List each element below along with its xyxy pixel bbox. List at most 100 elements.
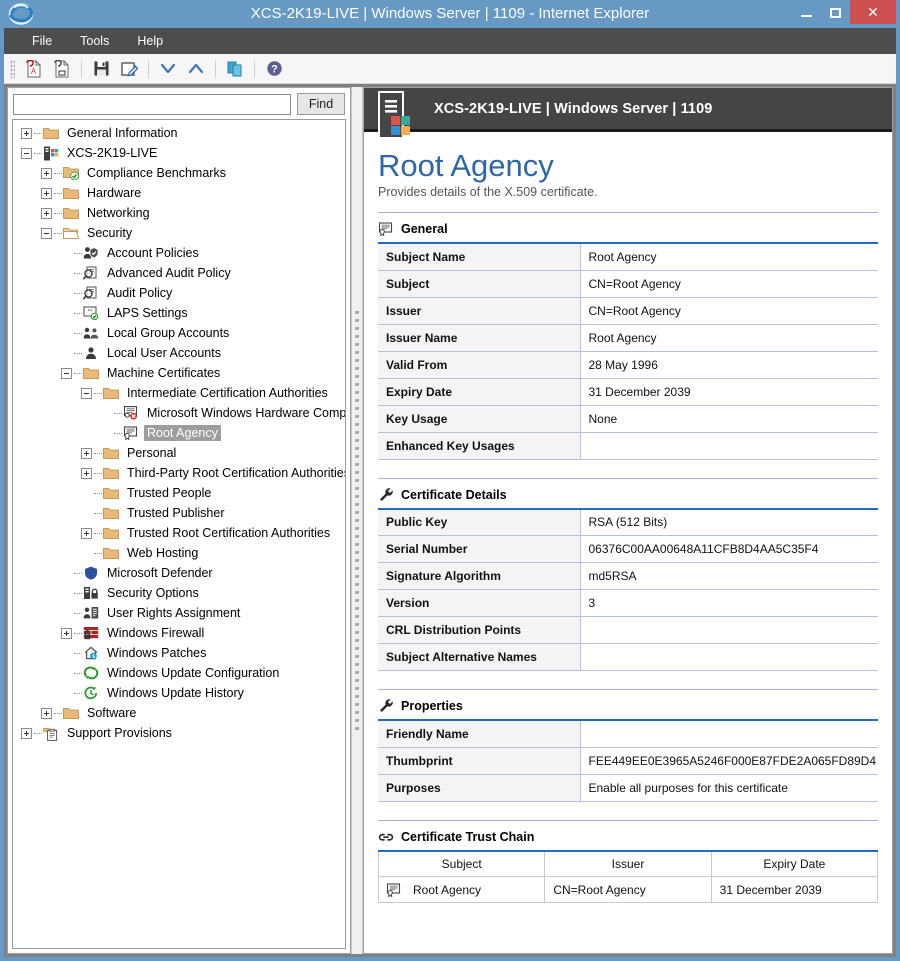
field-label: Purposes: [378, 774, 580, 801]
section-heading-text: Certificate Trust Chain: [401, 830, 534, 844]
tree-item[interactable]: Audit Policy: [13, 283, 345, 303]
folder-icon: [62, 185, 80, 201]
tree-item[interactable]: Trusted Publisher: [13, 503, 345, 523]
tree-item[interactable]: Microsoft Defender: [13, 563, 345, 583]
tree-item[interactable]: Local User Accounts: [13, 343, 345, 363]
tree-item[interactable]: General Information: [13, 123, 345, 143]
tree-item[interactable]: Microsoft Windows Hardware Compatibility: [13, 403, 345, 423]
field-label: Subject: [378, 270, 580, 297]
tree-item[interactable]: Support Provisions: [13, 723, 345, 743]
expand-icon[interactable]: [41, 168, 52, 179]
toolbar: A: [4, 54, 896, 84]
tree-item[interactable]: Security: [13, 223, 345, 243]
tree-connector: [54, 173, 62, 174]
edit-note-icon[interactable]: [116, 57, 142, 81]
maximize-button[interactable]: [820, 2, 850, 24]
field-value: [580, 720, 878, 747]
find-button[interactable]: Find: [297, 93, 345, 115]
splitter-grip[interactable]: [355, 311, 359, 731]
collapse-icon[interactable]: [21, 148, 32, 159]
tree-connector: [74, 293, 82, 294]
close-button[interactable]: ✕: [850, 0, 896, 24]
field-label: Issuer Name: [378, 324, 580, 351]
expand-icon[interactable]: [21, 728, 32, 739]
toolbar-grip[interactable]: [10, 60, 15, 78]
export-pdf-secure-icon[interactable]: [49, 57, 75, 81]
export-pdf-icon[interactable]: A: [21, 57, 47, 81]
tree-item[interactable]: Machine Certificates: [13, 363, 345, 383]
folder-icon: [102, 545, 120, 561]
field-label: Thumbprint: [378, 747, 580, 774]
tree-item[interactable]: **LAPS Settings: [13, 303, 345, 323]
tree-item-label: Security: [84, 225, 135, 241]
tree-item-label: Windows Update History: [104, 685, 247, 701]
chevron-up-icon[interactable]: [183, 57, 209, 81]
field-value: 06376C00AA00648A11CFB8D4AA5C35F4: [580, 536, 878, 563]
section-rule: [378, 689, 878, 690]
tree-item[interactable]: Windows Firewall: [13, 623, 345, 643]
tree-item-label: Support Provisions: [64, 725, 175, 741]
tree-item[interactable]: Personal: [13, 443, 345, 463]
chain-subject-cell: Root Agency: [379, 877, 545, 903]
help-icon[interactable]: ?: [261, 57, 287, 81]
menu-item-help[interactable]: Help: [123, 31, 177, 51]
expand-icon[interactable]: [21, 128, 32, 139]
menu-item-file[interactable]: File: [18, 31, 66, 51]
expand-icon[interactable]: [81, 528, 92, 539]
expand-icon[interactable]: [81, 448, 92, 459]
tree-item[interactable]: Intermediate Certification Authorities: [13, 383, 345, 403]
folder-icon: [102, 505, 120, 521]
tree-item[interactable]: Trusted Root Certification Authorities: [13, 523, 345, 543]
tree-item[interactable]: Third-Party Root Certification Authoriti…: [13, 463, 345, 483]
table-row: Signature Algorithmmd5RSA: [378, 563, 878, 590]
menu-item-tools[interactable]: Tools: [66, 31, 123, 51]
minimize-button[interactable]: [792, 2, 820, 24]
field-label: Valid From: [378, 351, 580, 378]
table-row: PurposesEnable all purposes for this cer…: [378, 774, 878, 801]
collapse-icon[interactable]: [81, 388, 92, 399]
expand-icon[interactable]: [41, 188, 52, 199]
search-input[interactable]: [13, 94, 291, 115]
tree-item[interactable]: Networking: [13, 203, 345, 223]
expand-icon[interactable]: [41, 208, 52, 219]
chevron-down-icon[interactable]: [155, 57, 181, 81]
tree-item[interactable]: Local Group Accounts: [13, 323, 345, 343]
folder-icon: [102, 385, 120, 401]
audit-magnifier-icon: [82, 265, 100, 281]
report-pane: XCS-2K19-LIVE | Windows Server | 1109 Ro…: [363, 87, 893, 954]
tree-item-label: Advanced Audit Policy: [104, 265, 234, 281]
tree-item[interactable]: Account Policies: [13, 243, 345, 263]
collapse-icon[interactable]: [41, 228, 52, 239]
expand-icon[interactable]: [81, 468, 92, 479]
field-label: Version: [378, 590, 580, 617]
tree-item[interactable]: Root Agency: [13, 423, 345, 443]
expand-icon[interactable]: [41, 708, 52, 719]
tree-item[interactable]: Software: [13, 703, 345, 723]
tree-item[interactable]: Security Options: [13, 583, 345, 603]
tree-item[interactable]: Trusted People: [13, 483, 345, 503]
collapse-icon[interactable]: [61, 368, 72, 379]
tree-item[interactable]: User Rights Assignment: [13, 603, 345, 623]
pane-splitter[interactable]: [351, 87, 363, 954]
report-document: XCS-2K19-LIVE | Windows Server | 1109 Ro…: [364, 88, 892, 953]
tree-item[interactable]: Web Hosting: [13, 543, 345, 563]
tree-item[interactable]: Compliance Benchmarks: [13, 163, 345, 183]
expand-icon[interactable]: [61, 628, 72, 639]
tree-connector: [74, 693, 82, 694]
report-header: XCS-2K19-LIVE | Windows Server | 1109: [364, 88, 892, 132]
tree-item[interactable]: Hardware: [13, 183, 345, 203]
tree-item[interactable]: Advanced Audit Policy: [13, 263, 345, 283]
save-icon[interactable]: [88, 57, 114, 81]
tree-item-label: Security Options: [104, 585, 202, 601]
copy-data-icon[interactable]: [222, 57, 248, 81]
tree-item[interactable]: Windows Update Configuration: [13, 663, 345, 683]
tree-item[interactable]: Windows Update History: [13, 683, 345, 703]
tree-view[interactable]: General InformationXCS-2K19-LIVEComplian…: [12, 119, 346, 949]
tree-item[interactable]: Windows Patches: [13, 643, 345, 663]
tree-connector: [74, 373, 82, 374]
folder-icon: [62, 705, 80, 721]
group-icon: [82, 325, 100, 341]
tree-item-label: Intermediate Certification Authorities: [124, 385, 331, 401]
field-value: 3: [580, 590, 878, 617]
tree-item[interactable]: XCS-2K19-LIVE: [13, 143, 345, 163]
